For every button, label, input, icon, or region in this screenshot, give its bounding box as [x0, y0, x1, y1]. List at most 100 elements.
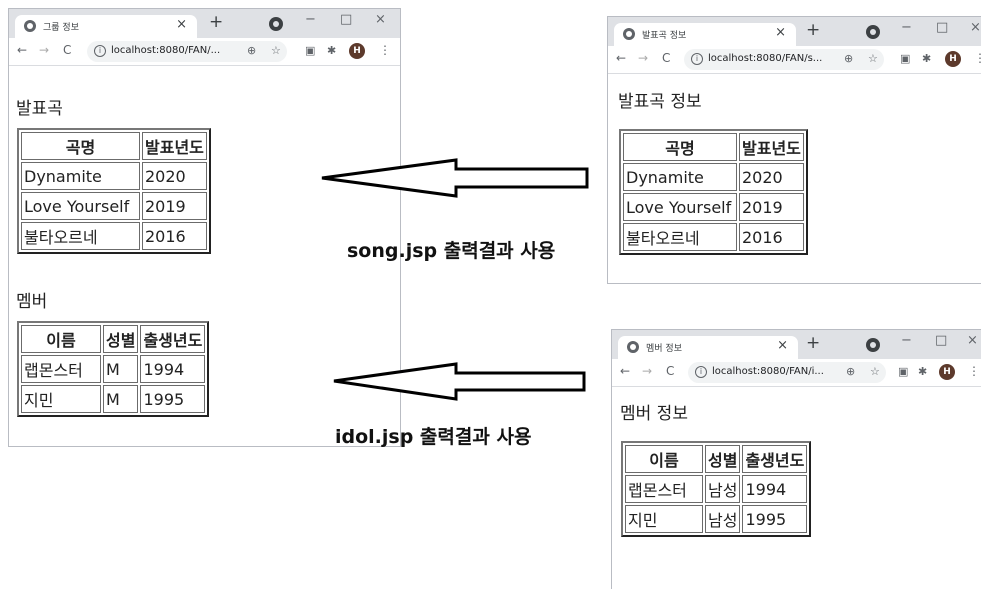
zoom-icon[interactable]: ⊕ [846, 365, 855, 378]
forward-icon[interactable]: → [642, 364, 652, 378]
page-content: 멤버 정보 이름 성별 출생년도 랩몬스터 남성 1994 지민 남성 1995 [612, 387, 981, 589]
table-row: 랩몬스터 남성 1994 [625, 475, 808, 503]
maximize-icon[interactable]: □ [936, 20, 948, 35]
header-cell: 발표년도 [739, 133, 804, 161]
browser-tab[interactable]: 발표곡 정보 × [614, 23, 796, 46]
new-tab-button[interactable]: + [209, 12, 223, 32]
reload-icon[interactable]: C [63, 43, 71, 57]
song-browser-window: 발표곡 정보 × + − □ × ← → C i localhost:8080/… [607, 16, 981, 284]
tab-search-icon[interactable] [866, 338, 880, 352]
reload-icon[interactable]: C [662, 51, 670, 65]
new-tab-button[interactable]: + [806, 20, 820, 40]
bookmark-star-icon[interactable]: ☆ [870, 365, 880, 378]
tab-title: 발표곡 정보 [642, 31, 687, 41]
table-cell: 남성 [705, 505, 741, 533]
globe-icon [623, 28, 635, 40]
profile-avatar[interactable]: H [939, 364, 955, 380]
table-row: Dynamite 2020 [623, 163, 804, 191]
tab-close-icon[interactable]: × [777, 338, 788, 353]
bookmark-star-icon[interactable]: ☆ [868, 52, 878, 65]
cast-icon[interactable]: ▣ [898, 365, 908, 378]
table-cell: M [103, 355, 139, 383]
tab-close-icon[interactable]: × [176, 17, 187, 32]
forward-icon[interactable]: → [638, 51, 648, 65]
browser-toolbar: ← → C i localhost:8080/FAN/i... ⊕ ☆ ▣ ✱ … [612, 359, 981, 387]
bookmark-star-icon[interactable]: ☆ [271, 44, 281, 57]
idol-arrow-icon [333, 362, 586, 401]
back-icon[interactable]: ← [620, 364, 630, 378]
zoom-icon[interactable]: ⊕ [844, 52, 853, 65]
table-header-row: 이름 성별 출생년도 [21, 325, 206, 353]
new-tab-button[interactable]: + [806, 333, 820, 353]
table-cell: Dynamite [21, 162, 140, 190]
header-cell: 성별 [103, 325, 139, 353]
header-cell: 발표년도 [142, 132, 207, 160]
back-icon[interactable]: ← [17, 43, 27, 57]
cast-icon[interactable]: ▣ [305, 44, 315, 57]
browser-toolbar: ← → C i localhost:8080/FAN/... ⊕ ☆ ▣ ✱ H… [9, 38, 400, 66]
tab-strip: 발표곡 정보 × + − □ × [608, 17, 981, 46]
songs-table: 곡명 발표년도 Dynamite 2020 Love Yourself 2019… [17, 128, 211, 254]
member-browser-window: 멤버 정보 × + − □ × ← → C i localhost:8080/F… [611, 329, 981, 589]
table-cell: 2020 [142, 162, 207, 190]
table-row: 불타오르네 2016 [21, 222, 207, 250]
page-content: 발표곡 정보 곡명 발표년도 Dynamite 2020 Love Yourse… [608, 74, 981, 283]
cast-icon[interactable]: ▣ [900, 52, 910, 65]
table-row: Love Yourself 2019 [21, 192, 207, 220]
table-row: 랩몬스터 M 1994 [21, 355, 206, 383]
profile-avatar[interactable]: H [945, 51, 961, 67]
table-cell: 1994 [742, 475, 808, 503]
minimize-icon[interactable]: − [305, 12, 316, 27]
menu-icon[interactable]: ⋮ [968, 364, 980, 378]
reload-icon[interactable]: C [666, 364, 674, 378]
maximize-icon[interactable]: □ [340, 12, 352, 27]
address-bar[interactable]: i localhost:8080/FAN/s... ⊕ ☆ [684, 49, 884, 70]
browser-tab[interactable]: 그룹 정보 × [15, 15, 197, 38]
header-cell: 이름 [21, 325, 101, 353]
address-bar[interactable]: i localhost:8080/FAN/... ⊕ ☆ [87, 41, 287, 62]
header-cell: 곡명 [21, 132, 140, 160]
table-cell: 1995 [742, 505, 808, 533]
url-text: localhost:8080/FAN/i... [712, 366, 824, 377]
address-bar[interactable]: i localhost:8080/FAN/i... ⊕ ☆ [688, 362, 886, 383]
window-close-icon[interactable]: × [375, 12, 386, 27]
table-cell: Dynamite [623, 163, 737, 191]
table-cell: M [103, 385, 139, 413]
window-close-icon[interactable]: × [970, 20, 981, 35]
tab-search-icon[interactable] [866, 25, 880, 39]
table-cell: 불타오르네 [623, 223, 737, 251]
extensions-puzzle-icon[interactable]: ✱ [327, 44, 336, 57]
maximize-icon[interactable]: □ [935, 333, 947, 348]
table-cell: 남성 [705, 475, 741, 503]
songs-table: 곡명 발표년도 Dynamite 2020 Love Yourself 2019… [619, 129, 808, 255]
tab-close-icon[interactable]: × [775, 25, 786, 40]
table-row: Dynamite 2020 [21, 162, 207, 190]
info-icon[interactable]: i [94, 45, 106, 57]
menu-icon[interactable]: ⋮ [379, 43, 391, 57]
forward-icon[interactable]: → [39, 43, 49, 57]
browser-tab[interactable]: 멤버 정보 × [618, 336, 798, 359]
back-icon[interactable]: ← [616, 51, 626, 65]
header-cell: 곡명 [623, 133, 737, 161]
members-table: 이름 성별 출생년도 랩몬스터 M 1994 지민 M 1995 [17, 321, 210, 417]
extensions-puzzle-icon[interactable]: ✱ [918, 365, 927, 378]
header-cell: 출생년도 [140, 325, 206, 353]
songs-heading: 발표곡 [16, 99, 63, 119]
globe-icon [24, 20, 36, 32]
window-close-icon[interactable]: × [967, 333, 978, 348]
members-table: 이름 성별 출생년도 랩몬스터 남성 1994 지민 남성 1995 [621, 441, 812, 537]
info-icon[interactable]: i [691, 53, 703, 65]
tab-search-icon[interactable] [269, 17, 283, 31]
header-cell: 성별 [705, 445, 741, 473]
minimize-icon[interactable]: − [901, 333, 912, 348]
header-cell: 이름 [625, 445, 703, 473]
minimize-icon[interactable]: − [901, 20, 912, 35]
profile-avatar[interactable]: H [349, 43, 365, 59]
url-text: localhost:8080/FAN/s... [708, 53, 823, 64]
menu-icon[interactable]: ⋮ [974, 51, 981, 65]
zoom-icon[interactable]: ⊕ [247, 44, 256, 57]
info-icon[interactable]: i [695, 366, 707, 378]
extensions-puzzle-icon[interactable]: ✱ [922, 52, 931, 65]
table-cell: 2019 [142, 192, 207, 220]
table-header-row: 이름 성별 출생년도 [625, 445, 808, 473]
